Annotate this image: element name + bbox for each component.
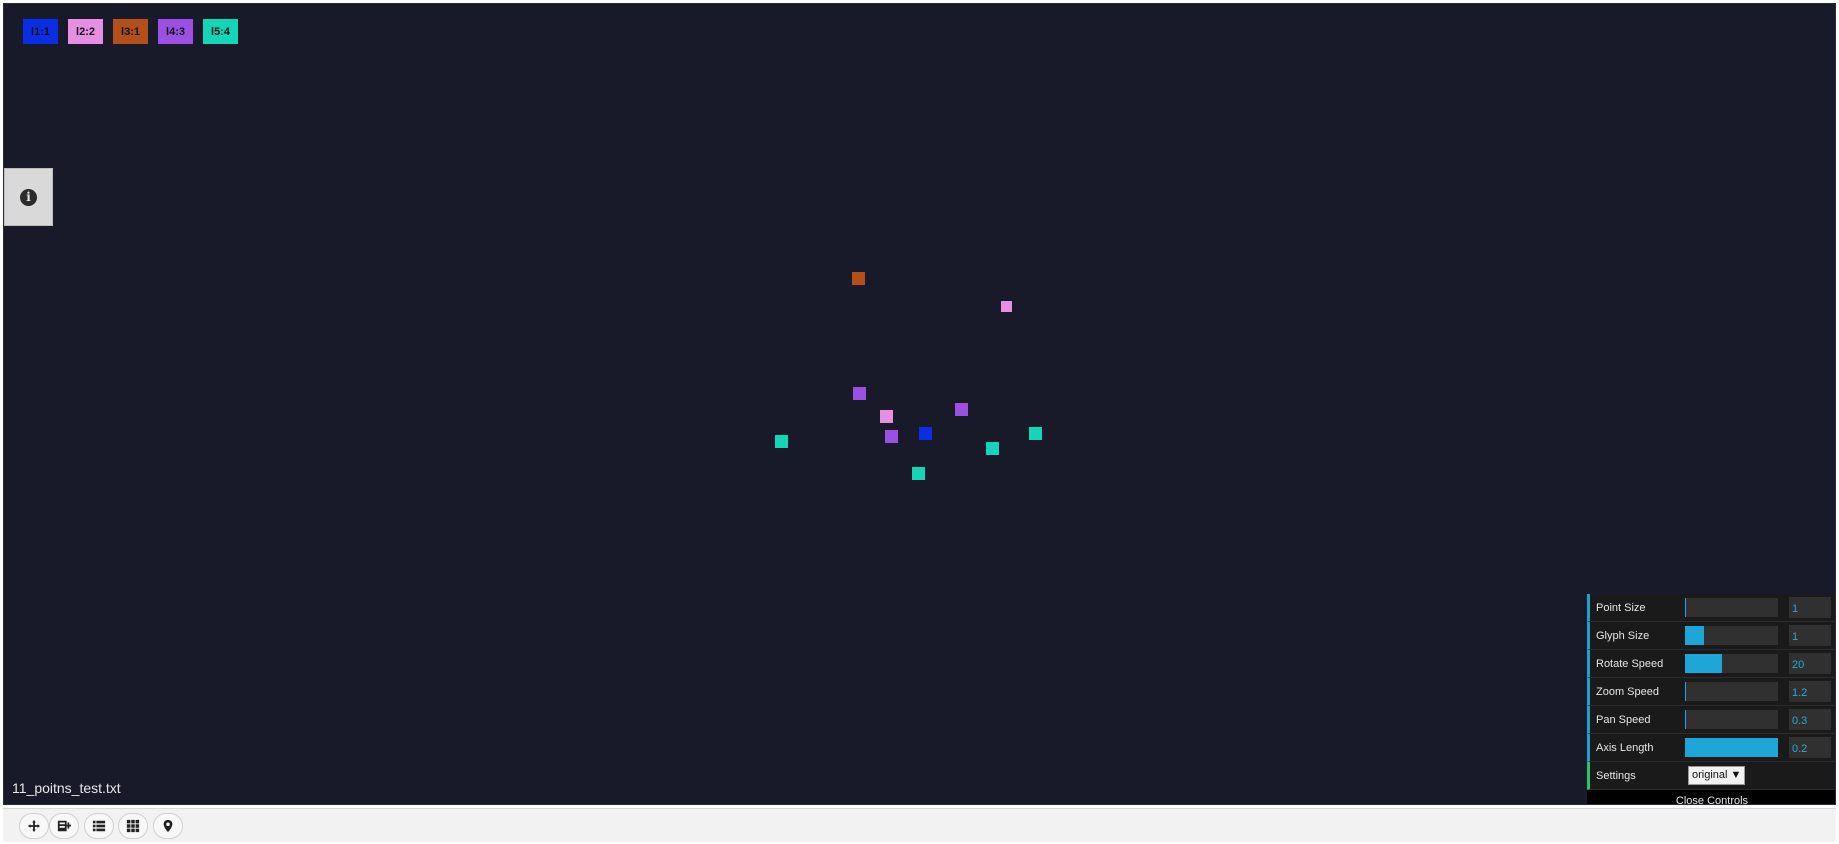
- data-point[interactable]: [853, 387, 866, 400]
- control-label: Settings: [1596, 769, 1636, 782]
- control-point-size: Point Size 1: [1587, 594, 1835, 622]
- control-label: Rotate Speed: [1596, 657, 1664, 670]
- scatter-viewport[interactable]: l1:1 l2:2 l3:1 l4:3 l5:4 i 11_poitns_tes…: [3, 3, 1836, 805]
- map-pin-icon: [163, 819, 173, 833]
- control-rotate-speed: Rotate Speed 20: [1587, 650, 1835, 678]
- legend: l1:1 l2:2 l3:1 l4:3 l5:4: [23, 19, 238, 44]
- data-point[interactable]: [955, 403, 968, 416]
- control-pan-speed: Pan Speed 0.3: [1587, 706, 1835, 734]
- close-controls-button[interactable]: Close Controls: [1587, 790, 1835, 804]
- control-glyph-size: Glyph Size 1: [1587, 622, 1835, 650]
- add-layer-icon: [57, 820, 71, 832]
- data-point[interactable]: [912, 467, 925, 480]
- point-size-slider[interactable]: [1685, 598, 1778, 617]
- bottom-toolbar: [3, 808, 1836, 842]
- control-label: Point Size: [1596, 601, 1646, 614]
- rotate-speed-slider[interactable]: [1685, 654, 1778, 673]
- glyph-size-slider[interactable]: [1685, 626, 1778, 645]
- controls-panel: Point Size 1 Glyph Size 1 Rotate Speed 2…: [1587, 594, 1835, 804]
- axis-length-value[interactable]: 0.2: [1789, 737, 1831, 758]
- control-label: Zoom Speed: [1596, 685, 1659, 698]
- control-settings: Settings original ▼: [1587, 762, 1835, 790]
- list-icon: [92, 820, 106, 832]
- glyph-size-value[interactable]: 1: [1789, 625, 1831, 646]
- data-point[interactable]: [1001, 301, 1012, 312]
- grid-view-button[interactable]: [118, 813, 148, 839]
- data-point[interactable]: [885, 430, 898, 443]
- location-button[interactable]: [153, 813, 183, 839]
- settings-select[interactable]: original ▼: [1688, 766, 1746, 785]
- list-view-button[interactable]: [84, 813, 114, 839]
- data-point[interactable]: [1029, 427, 1042, 440]
- point-size-value[interactable]: 1: [1789, 597, 1831, 618]
- info-icon: i: [20, 188, 37, 206]
- data-point[interactable]: [919, 427, 932, 440]
- control-label: Glyph Size: [1596, 629, 1650, 642]
- legend-item-l5[interactable]: l5:4: [203, 19, 238, 44]
- add-layer-button[interactable]: [49, 813, 79, 839]
- data-point[interactable]: [986, 442, 999, 455]
- pan-speed-value[interactable]: 0.3: [1789, 709, 1831, 730]
- legend-item-l2[interactable]: l2:2: [68, 19, 103, 44]
- control-axis-length: Axis Length 0.2: [1587, 734, 1835, 762]
- legend-item-l4[interactable]: l4:3: [158, 19, 193, 44]
- pan-speed-slider[interactable]: [1685, 710, 1778, 729]
- zoom-speed-value[interactable]: 1.2: [1789, 681, 1831, 702]
- control-zoom-speed: Zoom Speed 1.2: [1587, 678, 1835, 706]
- info-button[interactable]: i: [4, 168, 53, 226]
- file-name: 11_poitns_test.txt: [12, 780, 121, 796]
- control-label: Axis Length: [1596, 741, 1654, 754]
- rotate-speed-value[interactable]: 20: [1789, 653, 1831, 674]
- data-point[interactable]: [880, 410, 893, 423]
- data-point[interactable]: [775, 435, 788, 448]
- legend-item-l3[interactable]: l3:1: [113, 19, 148, 44]
- move-icon: [27, 819, 41, 833]
- control-label: Pan Speed: [1596, 713, 1651, 726]
- grid-icon: [126, 819, 140, 833]
- data-point[interactable]: [852, 272, 865, 285]
- legend-item-l1[interactable]: l1:1: [23, 19, 58, 44]
- zoom-speed-slider[interactable]: [1685, 682, 1778, 701]
- move-tool-button[interactable]: [19, 813, 49, 839]
- axis-length-slider[interactable]: [1685, 738, 1778, 757]
